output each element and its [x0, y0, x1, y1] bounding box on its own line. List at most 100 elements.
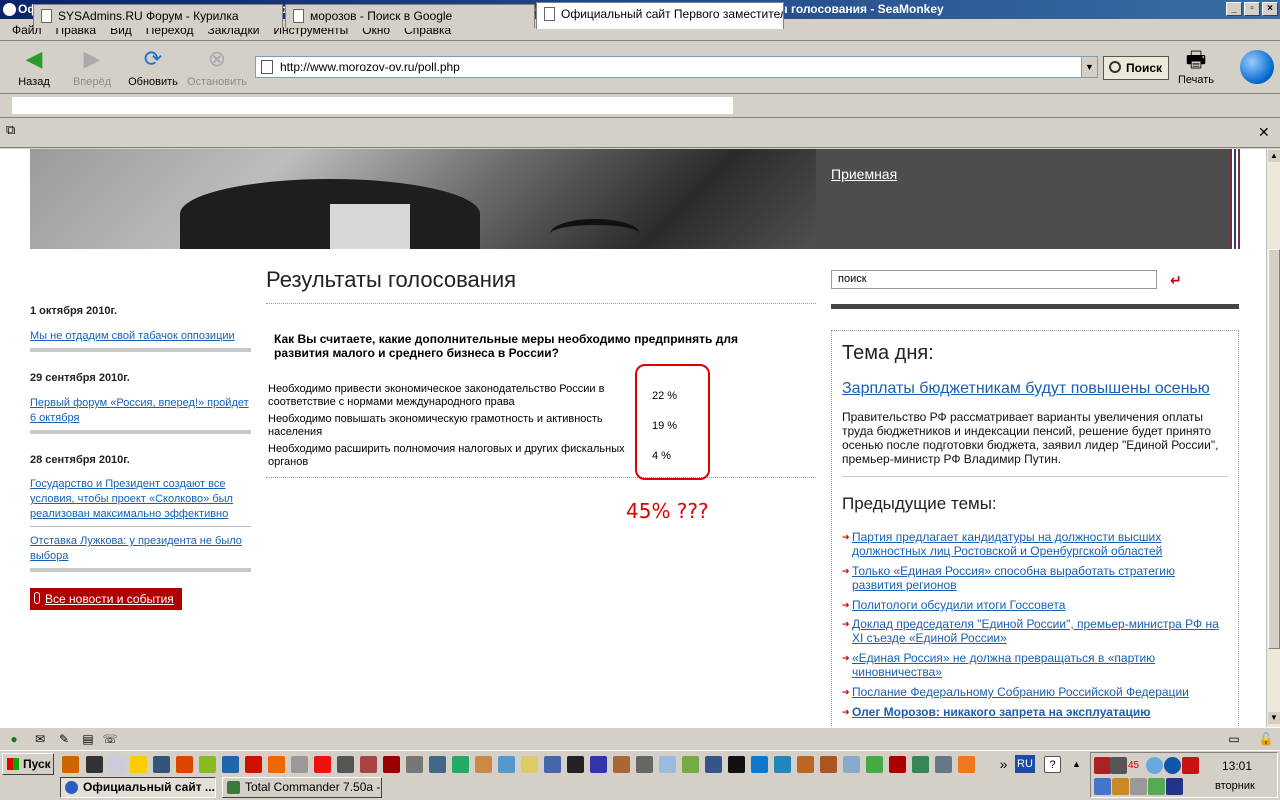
close-tab-icon[interactable]: ✕	[1258, 124, 1270, 141]
all-news-button[interactable]: Все новости и события	[30, 588, 182, 610]
new-tab-icon[interactable]: ⧉	[6, 122, 28, 140]
quicklaunch-app-icon[interactable]	[567, 756, 584, 773]
tray-icon[interactable]	[1148, 778, 1165, 795]
quicklaunch-app-icon[interactable]	[337, 756, 354, 773]
quicklaunch-app-icon[interactable]	[774, 756, 791, 773]
topic-link[interactable]: Зарплаты бюджетникам будут повышены осен…	[842, 380, 1210, 398]
mail-icon[interactable]: ✉	[32, 732, 48, 746]
quicklaunch-app-icon[interactable]	[475, 756, 492, 773]
help-icon[interactable]: ?	[1044, 756, 1061, 773]
news-link[interactable]: Мы не отдадим свой табачок оппозиции	[30, 329, 252, 344]
quicklaunch-app-icon[interactable]	[108, 756, 125, 773]
close-window-button[interactable]: ×	[1262, 2, 1278, 16]
previous-topic-link[interactable]: Политологи обсудили итоги Госсовета	[852, 598, 1222, 612]
task-total-commander[interactable]: Total Commander 7.50a - ...	[222, 777, 382, 798]
news-link[interactable]: Первый форум «Россия, вперед!» пройдет 6…	[30, 396, 252, 426]
quicklaunch-app-icon[interactable]	[199, 756, 216, 773]
bluetooth-icon[interactable]	[1164, 757, 1181, 774]
tab-google[interactable]: морозов - Поиск в Google	[285, 4, 535, 28]
quicklaunch-app-icon[interactable]	[544, 756, 561, 773]
tray-icon[interactable]	[1094, 757, 1111, 774]
quicklaunch-app-icon[interactable]	[222, 756, 239, 773]
quicklaunch-app-icon[interactable]	[866, 756, 883, 773]
scroll-up-icon[interactable]: ▲	[1268, 150, 1280, 162]
tray-icon[interactable]	[1146, 757, 1163, 774]
quicklaunch-app-icon[interactable]	[153, 756, 170, 773]
tray-icon[interactable]	[1094, 778, 1111, 795]
quicklaunch-app-icon[interactable]	[429, 756, 446, 773]
quicklaunch-app-icon[interactable]	[291, 756, 308, 773]
quicklaunch-app-icon[interactable]	[383, 756, 400, 773]
quicklaunch-app-icon[interactable]	[245, 756, 262, 773]
quicklaunch-app-icon[interactable]	[935, 756, 952, 773]
tab-morozov[interactable]: Официальный сайт Первого заместител...	[536, 2, 784, 29]
previous-topic-link[interactable]: Послание Федеральному Собранию Российско…	[852, 685, 1222, 699]
news-link[interactable]: Отставка Лужкова: у президента не было в…	[30, 534, 252, 564]
url-history-dropdown[interactable]: ▼	[1081, 57, 1097, 77]
quicklaunch-overflow-icon[interactable]: »	[995, 756, 1012, 773]
reception-link[interactable]: Приемная	[831, 166, 897, 182]
tray-icon[interactable]	[1112, 778, 1129, 795]
quicklaunch-app-icon[interactable]	[636, 756, 653, 773]
quicklaunch-app-icon[interactable]	[406, 756, 423, 773]
quicklaunch-app-icon[interactable]	[498, 756, 515, 773]
vertical-scrollbar[interactable]: ▲ ▼	[1266, 149, 1280, 727]
quicklaunch-app-icon[interactable]	[62, 756, 79, 773]
chat-icon[interactable]: ☏	[102, 732, 118, 746]
quicklaunch-app-icon[interactable]	[820, 756, 837, 773]
quicklaunch-app-icon[interactable]	[728, 756, 745, 773]
scroll-thumb[interactable]	[1268, 249, 1280, 649]
tray-icon[interactable]	[1182, 757, 1199, 774]
url-input[interactable]: http://www.morozov-ov.ru/poll.php ▼	[255, 56, 1098, 78]
minimize-button[interactable]: _	[1226, 2, 1242, 16]
scroll-down-icon[interactable]: ▼	[1268, 712, 1280, 724]
quicklaunch-app-icon[interactable]	[268, 756, 285, 773]
quicklaunch-app-icon[interactable]	[452, 756, 469, 773]
quicklaunch-app-icon[interactable]	[314, 756, 331, 773]
total-commander-icon	[227, 781, 240, 794]
quicklaunch-app-icon[interactable]	[86, 756, 103, 773]
language-indicator[interactable]: RU	[1015, 755, 1035, 773]
previous-topic-link[interactable]: «Единая Россия» не должна превращаться в…	[852, 651, 1222, 679]
volume-icon[interactable]	[1130, 778, 1147, 795]
quicklaunch-app-icon[interactable]	[176, 756, 193, 773]
print-button[interactable]: 🖶 Печать	[1174, 46, 1218, 86]
start-button[interactable]: Пуск	[2, 753, 54, 775]
network-icon[interactable]	[1166, 778, 1183, 795]
quicklaunch-app-icon[interactable]	[751, 756, 768, 773]
tray-icon[interactable]	[1110, 757, 1127, 774]
previous-topic-link[interactable]: Партия предлагает кандидатуры на должнос…	[852, 530, 1222, 558]
quicklaunch-app-icon[interactable]	[912, 756, 929, 773]
quicklaunch-app-icon[interactable]	[659, 756, 676, 773]
composer-icon[interactable]: ✎	[56, 732, 72, 746]
quicklaunch-app-icon[interactable]	[682, 756, 699, 773]
clock-time[interactable]: 13:01	[1222, 759, 1252, 773]
site-search-input[interactable]: поиск	[831, 270, 1157, 289]
quicklaunch-app-icon[interactable]	[797, 756, 814, 773]
search-enter-icon[interactable]: ↵	[1170, 272, 1182, 289]
navigator-icon[interactable]: ●	[6, 732, 22, 746]
quicklaunch-app-icon[interactable]	[130, 756, 147, 773]
quicklaunch-app-icon[interactable]	[843, 756, 860, 773]
address-book-icon[interactable]: ▤	[80, 732, 96, 746]
reload-button[interactable]: ⟳ Обновить	[127, 46, 179, 88]
search-button[interactable]: Поиск	[1103, 56, 1169, 80]
previous-topic-link[interactable]: Только «Единая Россия» способна выработа…	[852, 564, 1222, 592]
quicklaunch-app-icon[interactable]	[590, 756, 607, 773]
restore-button[interactable]: ▫	[1244, 2, 1260, 16]
tab-sysadmins[interactable]: SYSAdmins.RU Форум - Курилка	[33, 4, 283, 28]
previous-topic-link[interactable]: Олег Морозов: никакого запрета на эксплу…	[852, 705, 1222, 719]
forward-button[interactable]: ▶ Вперёд	[66, 46, 118, 88]
quicklaunch-app-icon[interactable]	[705, 756, 722, 773]
task-seamonkey[interactable]: Официальный сайт ...	[60, 777, 216, 798]
quicklaunch-app-icon[interactable]	[958, 756, 975, 773]
tray-expand-icon[interactable]: ▲	[1068, 756, 1085, 773]
quicklaunch-app-icon[interactable]	[889, 756, 906, 773]
quicklaunch-app-icon[interactable]	[613, 756, 630, 773]
previous-topic-link[interactable]: Доклад председателя "Единой России", пре…	[852, 617, 1222, 645]
quicklaunch-app-icon[interactable]	[521, 756, 538, 773]
quicklaunch-app-icon[interactable]	[360, 756, 377, 773]
stop-button[interactable]: ⊗ Остановить	[186, 46, 248, 88]
back-button[interactable]: ◀ Назад	[8, 46, 60, 88]
news-link[interactable]: Государство и Президент создают все усло…	[30, 477, 252, 522]
